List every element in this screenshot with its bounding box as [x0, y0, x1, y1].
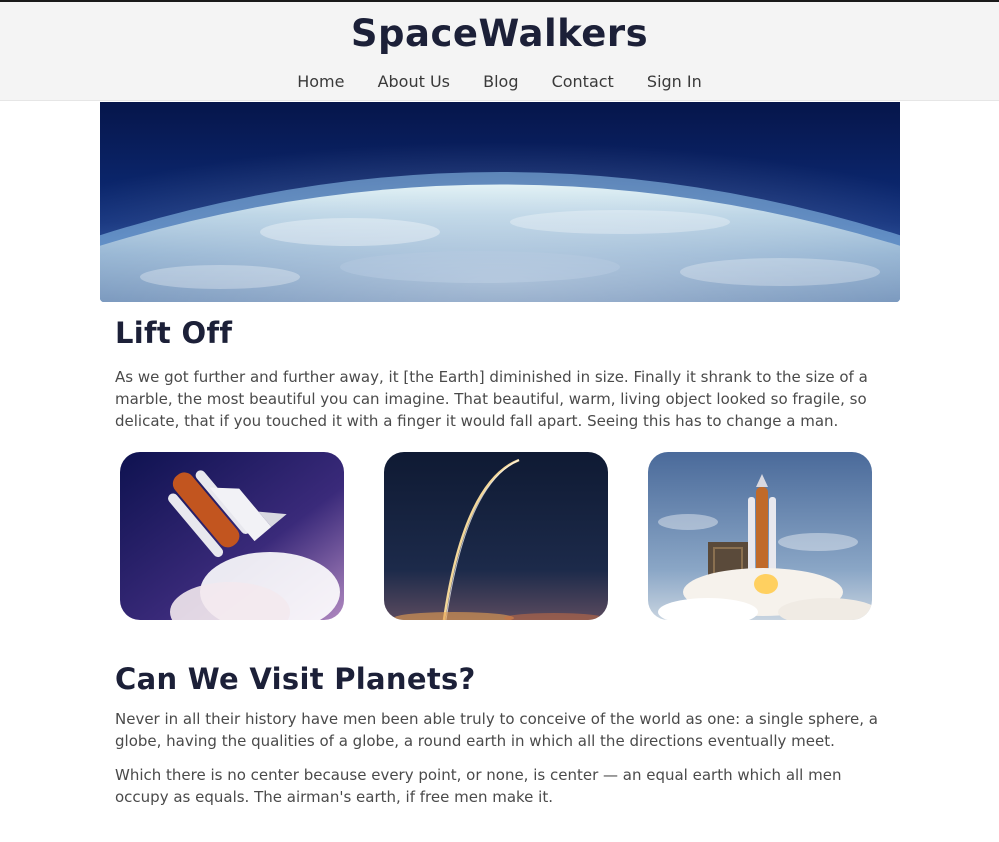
nav-about-us[interactable]: About Us [378, 72, 450, 91]
lift-off-body: As we got further and further away, it [… [115, 366, 885, 432]
section-heading-lift-off: Lift Off [115, 316, 233, 350]
nav-contact[interactable]: Contact [552, 72, 614, 91]
hero-earth-image [100, 102, 900, 302]
section-visit-planets: Can We Visit Planets? [115, 662, 885, 696]
section-heading-visit-planets: Can We Visit Planets? [115, 662, 476, 696]
visit-planets-paragraph-1: Never in all their history have men been… [115, 710, 878, 750]
site-title[interactable]: SpaceWalkers [0, 12, 999, 55]
nav-blog[interactable]: Blog [483, 72, 518, 91]
visit-planets-body: Never in all their history have men been… [115, 708, 885, 808]
launch-pad-image [648, 452, 872, 620]
lift-off-paragraph: As we got further and further away, it [… [115, 368, 868, 430]
nav-sign-in[interactable]: Sign In [647, 72, 702, 91]
rocket-trail-image [384, 452, 608, 620]
site-header: SpaceWalkers Home About Us Blog Contact … [0, 0, 999, 101]
main-nav: Home About Us Blog Contact Sign In [0, 72, 999, 91]
visit-planets-paragraph-2: Which there is no center because every p… [115, 766, 842, 806]
shuttle-launch-image [120, 452, 344, 620]
section-lift-off: Lift Off [115, 316, 885, 350]
nav-home[interactable]: Home [297, 72, 344, 91]
